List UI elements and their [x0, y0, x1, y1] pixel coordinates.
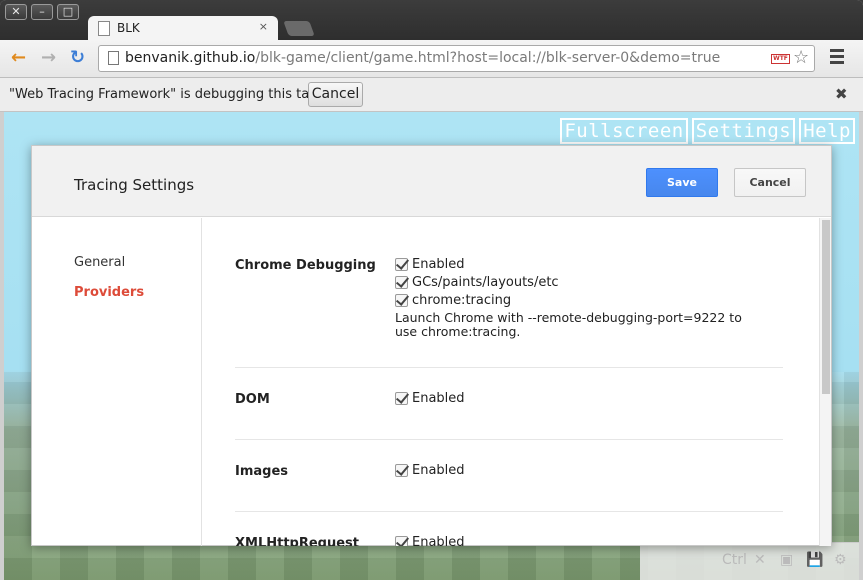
- url-text[interactable]: benvanik.github.io/blk-game/client/game.…: [125, 50, 720, 66]
- window-minimize-button[interactable]: –: [31, 4, 53, 20]
- window-close-button[interactable]: ✕: [5, 4, 27, 20]
- hud-ctrl-label[interactable]: Ctrl: [722, 552, 747, 568]
- infobar-cancel-button[interactable]: Cancel: [308, 82, 363, 107]
- section-options: Enabled: [395, 390, 775, 408]
- section-title: XMLHttpRequest: [235, 536, 360, 546]
- infobar-message: "Web Tracing Framework" is debugging thi…: [9, 87, 322, 102]
- option-enabled[interactable]: Enabled: [395, 390, 775, 408]
- sidebar-item-providers[interactable]: Providers: [74, 285, 144, 300]
- settings-sidebar: General Providers: [32, 218, 202, 546]
- browser-toolbar: ← → ↻ benvanik.github.io/blk-game/client…: [0, 40, 863, 78]
- scrollbar[interactable]: [819, 218, 831, 546]
- tab-bar: ✕ – □ BLK ×: [0, 0, 863, 42]
- reload-icon[interactable]: ↻: [70, 48, 85, 68]
- fullscreen-button[interactable]: Fullscreen: [560, 118, 688, 144]
- dialog-title: Tracing Settings: [74, 176, 195, 194]
- tab-close-icon[interactable]: ×: [259, 20, 268, 33]
- option-gcs-paints-layouts[interactable]: GCs/paints/layouts/etc: [395, 274, 775, 292]
- tab-title: BLK: [117, 21, 140, 35]
- hud-save-icon[interactable]: 💾: [806, 552, 823, 568]
- game-nav: Fullscreen Settings Help: [560, 118, 855, 144]
- window-maximize-button[interactable]: □: [57, 4, 79, 20]
- tracing-settings-dialog: Tracing Settings Save Cancel General Pro…: [31, 145, 832, 546]
- chrome-tracing-note: Launch Chrome with --remote-debugging-po…: [395, 310, 742, 339]
- dialog-header: Tracing Settings Save Cancel: [32, 146, 831, 217]
- address-bar[interactable]: benvanik.github.io/blk-game/client/game.…: [98, 45, 815, 72]
- section-options: Enabled GCs/paints/layouts/etc chrome:tr…: [395, 256, 775, 339]
- new-tab-button[interactable]: [283, 21, 315, 36]
- browser-window: ✕ – □ BLK × ← → ↻ benvanik.github.io/blk…: [0, 0, 863, 580]
- option-label: Enabled: [412, 463, 465, 478]
- menu-icon[interactable]: [830, 49, 844, 67]
- forward-icon[interactable]: →: [41, 48, 56, 68]
- section-title: Chrome Debugging: [235, 258, 376, 273]
- option-enabled[interactable]: Enabled: [395, 462, 775, 480]
- cancel-button[interactable]: Cancel: [734, 168, 806, 197]
- option-label: chrome:tracing: [412, 293, 512, 308]
- debug-infobar: "Web Tracing Framework" is debugging thi…: [0, 78, 863, 112]
- option-label: GCs/paints/layouts/etc: [412, 275, 559, 290]
- option-label: Enabled: [412, 257, 465, 272]
- option-enabled[interactable]: Enabled: [395, 256, 775, 274]
- section-options: Enabled: [395, 534, 775, 546]
- wtf-extension-icon[interactable]: WTF: [771, 54, 790, 64]
- option-label: Enabled: [412, 391, 465, 406]
- wtf-hud: Ctrl ✕ ▣ 💾 ⚙: [640, 542, 859, 580]
- url-host: benvanik.github.io: [125, 50, 256, 66]
- section-title: Images: [235, 464, 289, 479]
- option-label: Enabled: [412, 535, 465, 546]
- checkbox-checked[interactable]: [395, 536, 408, 546]
- url-path: /blk-game/client/game.html?host=local://…: [255, 50, 721, 66]
- save-button[interactable]: Save: [646, 168, 718, 197]
- checkbox-checked[interactable]: [395, 258, 408, 271]
- page-icon: [108, 51, 119, 65]
- help-button[interactable]: Help: [799, 118, 855, 144]
- section-options: Enabled: [395, 462, 775, 480]
- section-divider: [235, 511, 783, 512]
- hud-close-icon[interactable]: ✕: [754, 552, 766, 568]
- checkbox-checked[interactable]: [395, 294, 408, 307]
- option-enabled[interactable]: Enabled: [395, 534, 775, 546]
- providers-panel: Chrome Debugging Enabled GCs/paints/layo…: [203, 218, 831, 546]
- option-chrome-tracing[interactable]: chrome:tracing: [395, 292, 775, 310]
- settings-button[interactable]: Settings: [691, 118, 796, 144]
- infobar-close-icon[interactable]: ✖: [835, 85, 848, 103]
- section-divider: [235, 367, 783, 368]
- section-divider: [235, 439, 783, 440]
- checkbox-checked[interactable]: [395, 392, 408, 405]
- section-title: DOM: [235, 392, 270, 407]
- scrollbar-thumb[interactable]: [822, 220, 830, 394]
- page-icon: [98, 21, 110, 36]
- bookmark-star-icon[interactable]: ☆: [793, 47, 809, 68]
- sidebar-item-general[interactable]: General: [74, 255, 125, 270]
- hud-settings-icon[interactable]: ⚙: [834, 552, 847, 568]
- browser-tab[interactable]: BLK ×: [88, 16, 278, 42]
- checkbox-checked[interactable]: [395, 464, 408, 477]
- back-icon[interactable]: ←: [11, 48, 26, 68]
- hud-snapshot-icon[interactable]: ▣: [780, 552, 793, 568]
- checkbox-checked[interactable]: [395, 276, 408, 289]
